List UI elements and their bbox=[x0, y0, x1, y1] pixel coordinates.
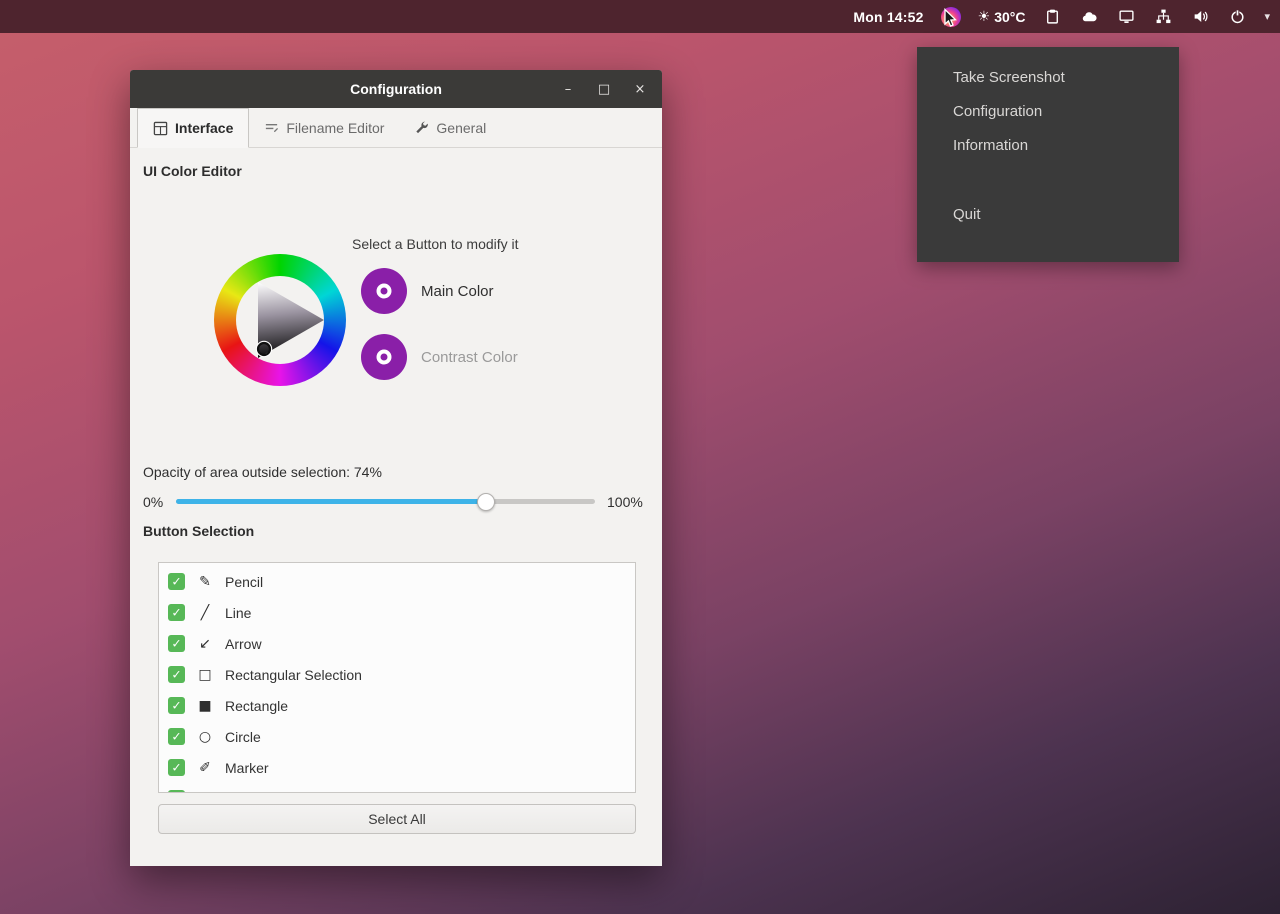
pencil-icon: ✎ bbox=[195, 574, 215, 590]
panel-indicator-area: Mon 14:52 ☀ 30°C ▾ bbox=[853, 7, 1270, 27]
cloud-icon[interactable] bbox=[1079, 7, 1099, 27]
clipboard-icon[interactable] bbox=[1042, 7, 1062, 27]
flameshot-tray-menu: Take Screenshot Configuration Informatio… bbox=[917, 47, 1179, 262]
opacity-label: Opacity of area outside selection: 74% bbox=[143, 464, 382, 480]
line-label: Line bbox=[225, 605, 251, 621]
tool-row-rectangle[interactable]: ■ Rectangle bbox=[159, 690, 635, 721]
saturation-triangle[interactable] bbox=[214, 254, 346, 386]
power-icon[interactable] bbox=[1227, 7, 1247, 27]
tab-filename-editor[interactable]: Filename Editor bbox=[249, 108, 399, 147]
main-color-label: Main Color bbox=[421, 283, 494, 300]
opacity-slider-handle[interactable] bbox=[477, 493, 495, 511]
weather-sun-icon: ☀ bbox=[978, 9, 991, 25]
color-wheel[interactable] bbox=[214, 254, 346, 386]
arrow-icon: ↙ bbox=[195, 636, 215, 652]
tool-row-partial[interactable] bbox=[159, 783, 635, 793]
close-button[interactable]: × bbox=[632, 82, 648, 97]
slider-max-label: 100% bbox=[607, 494, 643, 510]
main-color-ring-icon bbox=[377, 284, 392, 299]
circle-checkbox[interactable] bbox=[168, 728, 185, 745]
tab-general-label: General bbox=[436, 120, 486, 136]
circle-icon: ○ bbox=[195, 729, 215, 745]
weather-temperature: 30°C bbox=[994, 9, 1025, 25]
window-title: Configuration bbox=[350, 81, 442, 97]
opacity-slider-fill bbox=[176, 499, 486, 504]
marker-icon: ✐ bbox=[195, 760, 215, 776]
rectangle-icon: ■ bbox=[195, 698, 215, 714]
main-color-button[interactable] bbox=[361, 268, 407, 314]
tab-interface[interactable]: Interface bbox=[137, 108, 249, 148]
partial-tool-checkbox[interactable] bbox=[168, 790, 185, 793]
rectangular-selection-label: Rectangular Selection bbox=[225, 667, 362, 683]
minimize-button[interactable]: – bbox=[560, 82, 576, 97]
button-selection-title: Button Selection bbox=[143, 523, 254, 539]
mouse-cursor bbox=[941, 8, 961, 30]
rectangular-selection-icon: □ bbox=[195, 667, 215, 683]
tab-bar: Interface Filename Editor General bbox=[130, 108, 662, 148]
tool-row-marker[interactable]: ✐ Marker bbox=[159, 752, 635, 783]
tool-row-pencil[interactable]: ✎ Pencil bbox=[159, 566, 635, 597]
menu-item-take-screenshot[interactable]: Take Screenshot bbox=[917, 61, 1179, 95]
line-checkbox[interactable] bbox=[168, 604, 185, 621]
tool-row-circle[interactable]: ○ Circle bbox=[159, 721, 635, 752]
ui-color-editor-title: UI Color Editor bbox=[143, 163, 242, 179]
tab-general[interactable]: General bbox=[399, 108, 501, 147]
select-all-label: Select All bbox=[368, 811, 426, 827]
tool-row-line[interactable]: ╱ Line bbox=[159, 597, 635, 628]
volume-icon[interactable] bbox=[1190, 7, 1210, 27]
main-color-row: Main Color bbox=[361, 268, 494, 314]
contrast-color-ring-icon bbox=[377, 350, 392, 365]
window-titlebar[interactable]: Configuration – □ × bbox=[130, 70, 662, 108]
interface-tab-content: UI Color Editor Select a Button to modif… bbox=[130, 148, 662, 866]
marker-label: Marker bbox=[225, 760, 269, 776]
circle-label: Circle bbox=[225, 729, 261, 745]
rectangle-label: Rectangle bbox=[225, 698, 288, 714]
tool-row-rectangular-selection[interactable]: □ Rectangular Selection bbox=[159, 659, 635, 690]
general-tab-icon bbox=[414, 120, 429, 135]
contrast-color-button[interactable] bbox=[361, 334, 407, 380]
select-all-button[interactable]: Select All bbox=[158, 804, 636, 834]
arrow-checkbox[interactable] bbox=[168, 635, 185, 652]
caret-down-icon[interactable]: ▾ bbox=[1264, 10, 1270, 23]
desktop-background: Mon 14:52 ☀ 30°C ▾ bbox=[0, 0, 1280, 914]
contrast-color-row: Contrast Color bbox=[361, 334, 518, 380]
panel-clock[interactable]: Mon 14:52 bbox=[853, 9, 923, 25]
contrast-color-label: Contrast Color bbox=[421, 349, 518, 366]
display-icon[interactable] bbox=[1116, 7, 1136, 27]
color-editor-hint: Select a Button to modify it bbox=[352, 236, 519, 252]
pencil-label: Pencil bbox=[225, 574, 263, 590]
top-panel: Mon 14:52 ☀ 30°C ▾ bbox=[0, 0, 1280, 33]
menu-item-quit[interactable]: Quit bbox=[917, 198, 1179, 232]
marker-checkbox[interactable] bbox=[168, 759, 185, 776]
line-icon: ╱ bbox=[195, 605, 215, 621]
tool-row-arrow[interactable]: ↙ Arrow bbox=[159, 628, 635, 659]
weather-indicator[interactable]: ☀ 30°C bbox=[978, 9, 1026, 25]
pencil-checkbox[interactable] bbox=[168, 573, 185, 590]
menu-item-configuration[interactable]: Configuration bbox=[917, 95, 1179, 129]
interface-tab-icon bbox=[153, 121, 168, 136]
slider-min-label: 0% bbox=[143, 494, 163, 510]
maximize-button[interactable]: □ bbox=[596, 82, 612, 97]
filename-editor-tab-icon bbox=[264, 120, 279, 135]
arrow-label: Arrow bbox=[225, 636, 262, 652]
tab-interface-label: Interface bbox=[175, 120, 233, 136]
network-icon[interactable] bbox=[1153, 7, 1173, 27]
rectangle-checkbox[interactable] bbox=[168, 697, 185, 714]
menu-item-information[interactable]: Information bbox=[917, 129, 1179, 163]
rectangular-selection-checkbox[interactable] bbox=[168, 666, 185, 683]
window-controls: – □ × bbox=[560, 70, 648, 108]
button-selection-list: ✎ Pencil ╱ Line ↙ Arrow □ Rectangular Se… bbox=[158, 562, 636, 793]
opacity-slider[interactable] bbox=[176, 499, 595, 504]
configuration-window: Configuration – □ × Interface Filename E… bbox=[130, 70, 662, 866]
tab-filename-editor-label: Filename Editor bbox=[286, 120, 384, 136]
